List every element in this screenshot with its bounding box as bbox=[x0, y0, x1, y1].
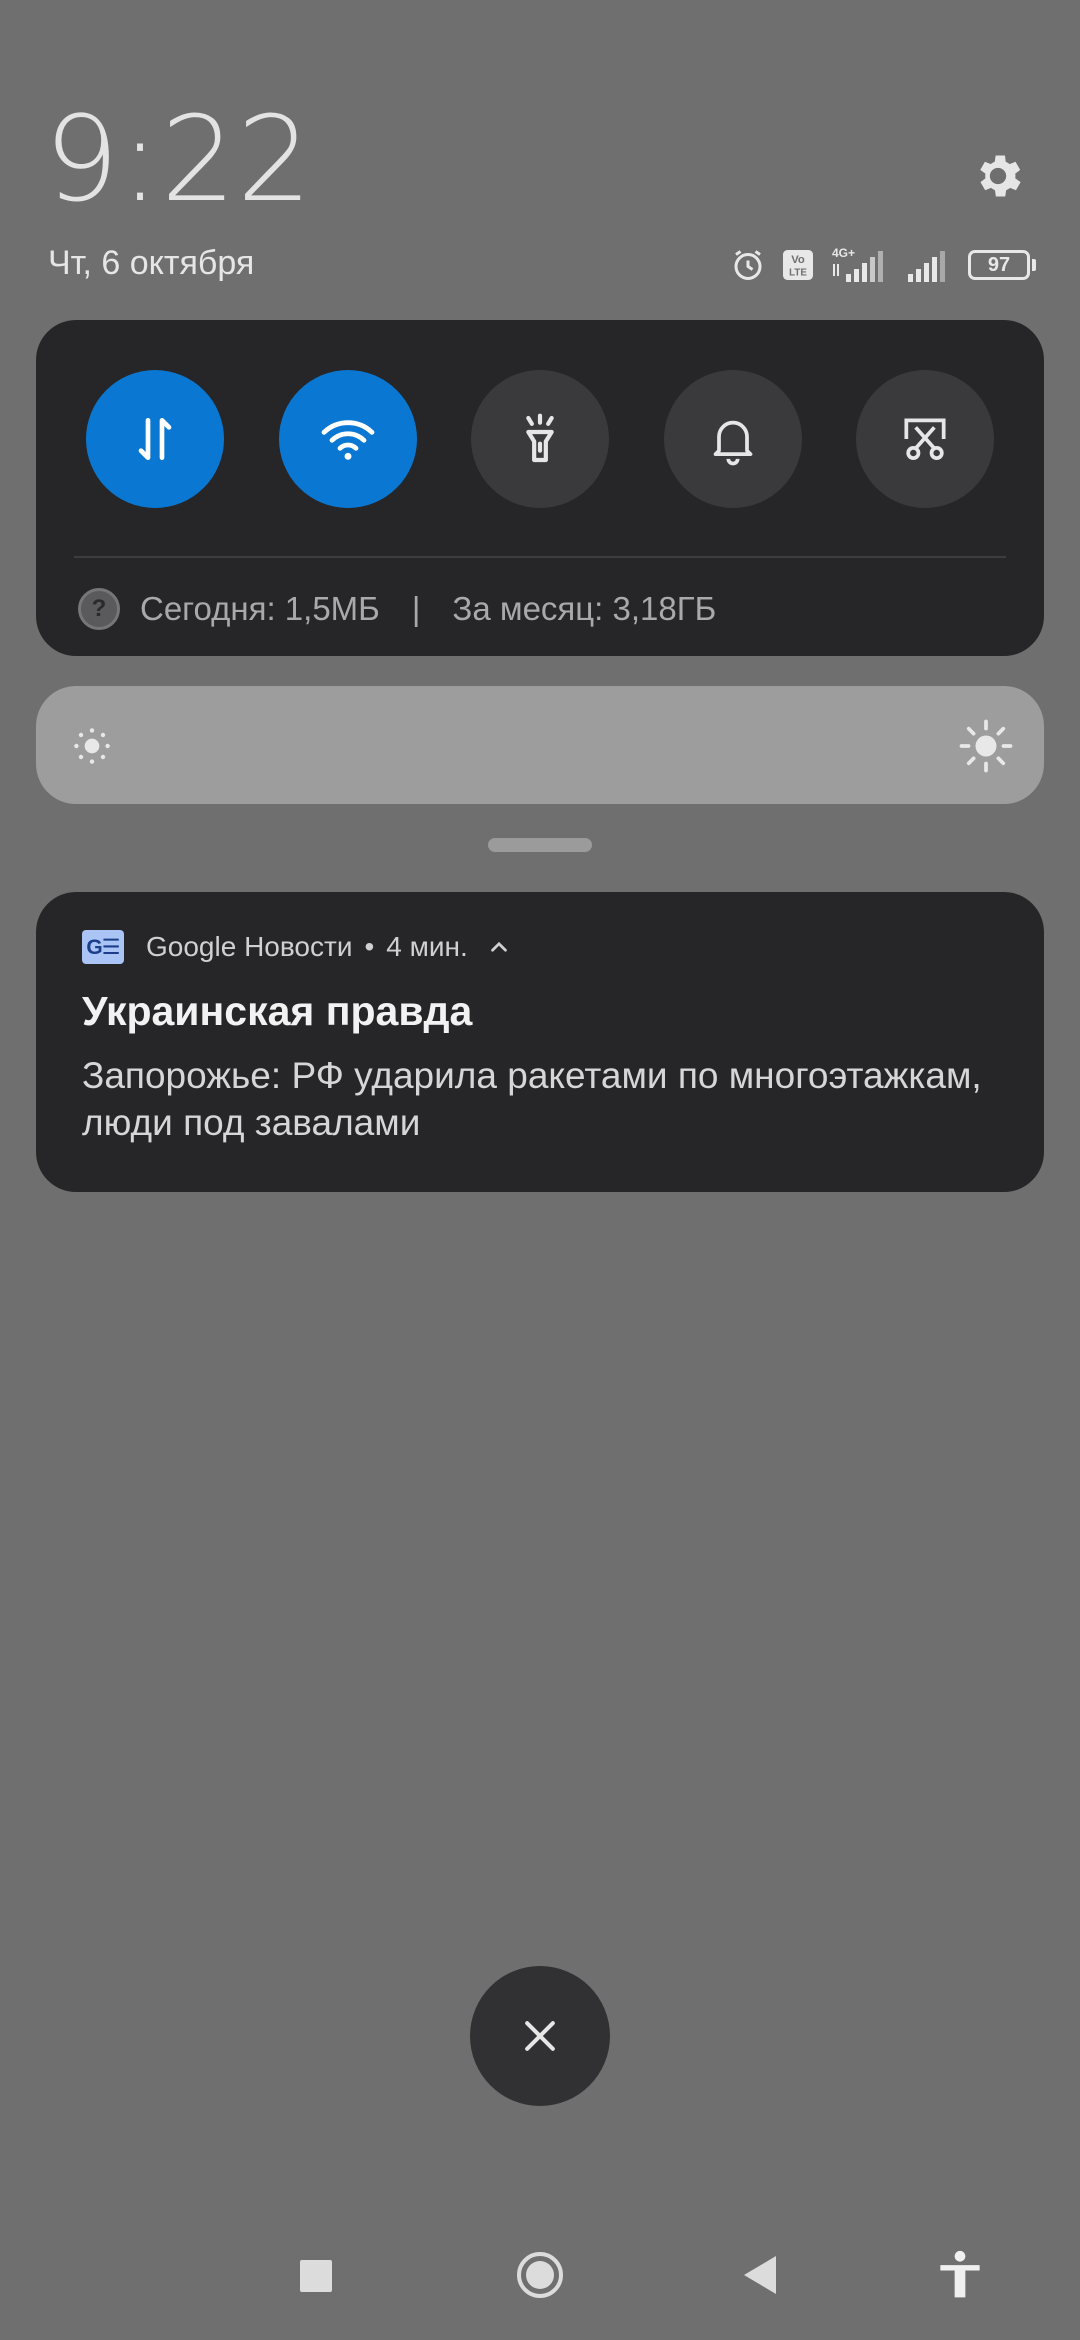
gear-icon[interactable] bbox=[970, 148, 1026, 204]
notification-card[interactable]: G☰ Google Новости • 4 мин. Украинская пр… bbox=[36, 892, 1044, 1192]
date[interactable]: Чт, 6 октября bbox=[48, 244, 254, 283]
volte-icon: Vo LTE bbox=[783, 250, 813, 280]
chevron-up-icon[interactable] bbox=[486, 934, 512, 960]
brightness-low-icon bbox=[74, 728, 110, 764]
notification-title: Украинская правда bbox=[82, 988, 473, 1034]
status-icons: Vo LTE 4G+ 97 bbox=[730, 246, 1036, 284]
home-button[interactable] bbox=[515, 2250, 565, 2300]
wifi-icon bbox=[321, 420, 374, 460]
quick-settings-toggles bbox=[86, 370, 994, 508]
network-type-label: 4G+ bbox=[832, 246, 855, 260]
close-icon bbox=[525, 2021, 555, 2051]
data-usage-month: За месяц: 3,18ГБ bbox=[452, 590, 717, 627]
data-transfer-icon bbox=[138, 418, 172, 460]
divider bbox=[74, 556, 1006, 558]
notification-separator: • bbox=[364, 931, 375, 962]
clear-all-button[interactable] bbox=[470, 1966, 610, 2106]
recents-button[interactable] bbox=[300, 2260, 332, 2292]
data-usage-today: Сегодня: 1,5МБ bbox=[140, 590, 380, 627]
signal-icon bbox=[908, 251, 945, 282]
data-usage-separator: | bbox=[411, 590, 421, 627]
flashlight-toggle[interactable] bbox=[471, 370, 609, 508]
battery-tip bbox=[1032, 259, 1036, 271]
flashlight-icon bbox=[526, 413, 554, 463]
notification-body: Запорожье: РФ ударила ракетами по многоэ… bbox=[82, 1055, 982, 1143]
mobile-data-toggle[interactable] bbox=[86, 370, 224, 508]
bell-icon bbox=[713, 420, 752, 466]
notification-shade: 9:22 Чт, 6 октября Vo LTE 4G+ 97 ? Сегод… bbox=[0, 0, 1080, 2340]
screenshot-toggle[interactable] bbox=[856, 370, 994, 508]
brightness-slider[interactable] bbox=[36, 686, 1044, 804]
data-usage[interactable]: ? Сегодня: 1,5МБ | За месяц: 3,18ГБ bbox=[78, 588, 716, 630]
svg-text:Vo: Vo bbox=[791, 254, 805, 266]
clock[interactable]: 9:22 bbox=[44, 100, 313, 218]
notification-header: G☰ Google Новости • 4 мин. bbox=[82, 930, 512, 964]
question-icon: ? bbox=[78, 588, 120, 630]
accessibility-icon[interactable] bbox=[938, 2250, 982, 2300]
quick-settings-panel: ? Сегодня: 1,5МБ | За месяц: 3,18ГБ bbox=[36, 320, 1044, 656]
alarm-icon bbox=[734, 250, 762, 280]
back-button[interactable] bbox=[742, 2254, 778, 2296]
signal-4g-icon: 4G+ bbox=[832, 246, 883, 282]
notification-time: 4 мин. bbox=[386, 931, 468, 962]
sound-toggle[interactable] bbox=[663, 370, 802, 508]
brightness-high-icon bbox=[959, 719, 1013, 773]
drag-handle[interactable] bbox=[488, 838, 592, 852]
battery-level: 97 bbox=[968, 250, 1030, 280]
battery-indicator: 97 bbox=[968, 250, 1036, 280]
screenshot-scissors-icon bbox=[904, 418, 946, 461]
svg-text:LTE: LTE bbox=[789, 268, 807, 279]
notification-app-name: Google Новости bbox=[146, 931, 353, 962]
google-news-icon: G☰ bbox=[82, 930, 124, 964]
wifi-toggle[interactable] bbox=[278, 370, 417, 508]
